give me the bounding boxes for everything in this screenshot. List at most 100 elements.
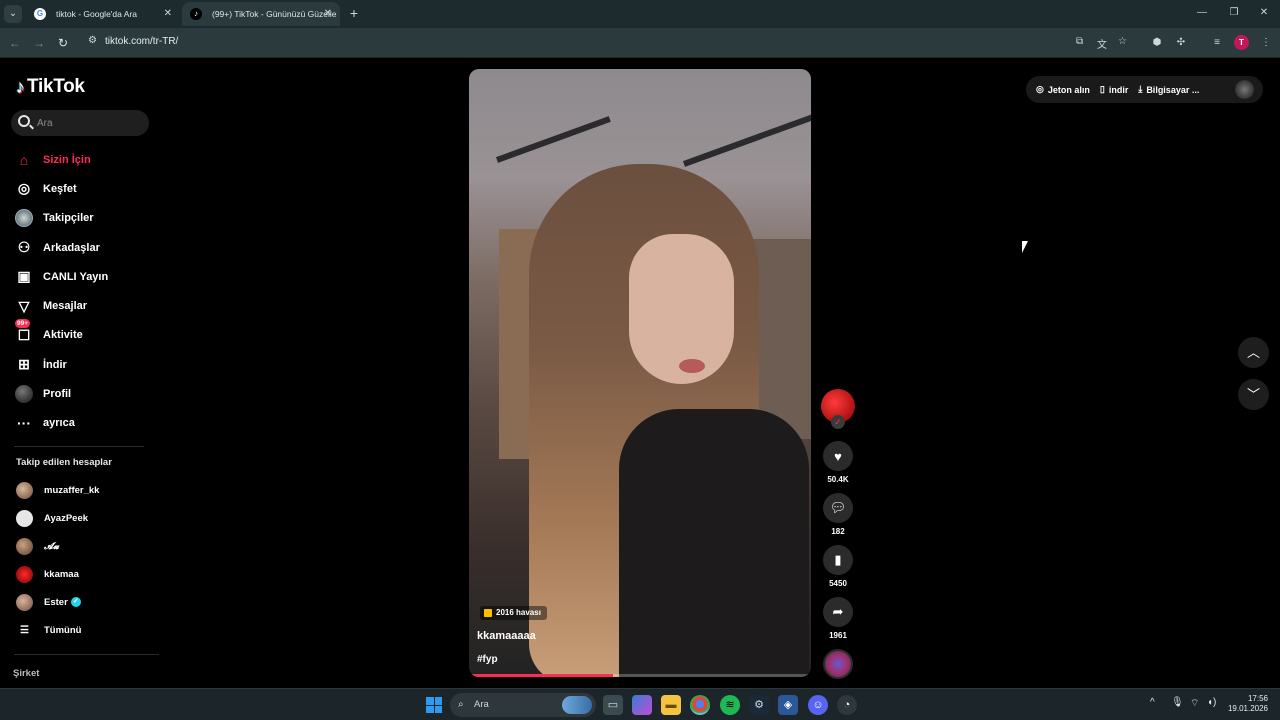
comment-button[interactable]: 💬︎: [823, 493, 853, 523]
browser-menu-icon[interactable]: ⋮: [1258, 35, 1274, 51]
translate-icon[interactable]: 文: [1097, 36, 1107, 51]
microphone-icon[interactable]: 🎙︎: [1171, 697, 1184, 708]
url-text[interactable]: tiktok.com/tr-TR/: [105, 36, 178, 47]
site-info-icon[interactable]: ⚙: [88, 35, 97, 46]
header-actions: ◎ Jeton alın ▯ indir ⤓ Bilgisayar ...: [1026, 76, 1263, 103]
sidebar-item-more[interactable]: ··· ayrıca: [14, 409, 154, 438]
sidebar-item-friends[interactable]: ⚇ Arkadaşlar: [14, 233, 154, 262]
account-name: muzaffer_kk: [44, 484, 100, 496]
get-coins-button[interactable]: ◎ Jeton alın: [1036, 84, 1090, 95]
address-bar[interactable]: ⚙ tiktok.com/tr-TR/ ⧉ 文 ☆: [80, 32, 1140, 54]
music-disc[interactable]: [823, 649, 853, 679]
taskbar-search[interactable]: ⌕ Ara: [450, 693, 596, 717]
sidebar-item-download[interactable]: ⊞ İndir: [14, 350, 154, 379]
mouse-cursor: [1022, 241, 1028, 253]
following-account[interactable]: 𝓐𝓾: [16, 532, 156, 560]
following-account[interactable]: AyazPeek: [16, 504, 156, 532]
profile-avatar: [14, 384, 34, 404]
tab-title: tiktok - Google'da Ara: [56, 9, 137, 19]
media-controls-icon[interactable]: ≡: [1209, 35, 1225, 51]
browser-toolbar: ← → ↻ ⚙ tiktok.com/tr-TR/ ⧉ 文 ☆ ⬢ ✣ ≡ T …: [0, 28, 1280, 58]
save-count: 5450: [829, 579, 847, 588]
browser-tab-tiktok[interactable]: ♪ (99+) TikTok - Gününüzü Güzelle ✕: [182, 2, 340, 26]
previous-video-button[interactable]: ︿: [1238, 337, 1269, 368]
forward-button[interactable]: →: [30, 34, 48, 52]
sidebar-item-live[interactable]: ▣ CANLI Yayın: [14, 262, 154, 291]
following-account[interactable]: muzaffer_kk: [16, 476, 156, 504]
extensions-puzzle-icon[interactable]: ✣: [1173, 35, 1189, 51]
volume-icon[interactable]: ◖): [1207, 697, 1216, 708]
next-video-button[interactable]: ﹀: [1238, 379, 1269, 410]
video-progress-bar[interactable]: [469, 674, 811, 677]
sidebar-item-profile[interactable]: Profil: [14, 379, 154, 408]
sidebar-item-following[interactable]: Takipçiler: [14, 204, 154, 233]
like-button[interactable]: ♥: [823, 441, 853, 471]
comment-icon: 💬︎: [829, 500, 847, 515]
search-icon: ⌕: [458, 699, 464, 710]
video-hashtag[interactable]: #fyp: [477, 654, 498, 665]
company-section-title[interactable]: Şirket: [13, 668, 39, 679]
sidebar-item-activity[interactable]: ☐ 99+ Aktivite: [14, 319, 154, 350]
spotify-icon[interactable]: ≋: [720, 695, 740, 715]
reload-button[interactable]: ↻: [54, 34, 72, 52]
search-box[interactable]: [11, 110, 149, 136]
following-account[interactable]: kkamaa: [16, 560, 156, 588]
restore-button[interactable]: ❐: [1224, 4, 1244, 22]
tiktok-logo[interactable]: ♪ TikTok: [16, 76, 85, 98]
tab-title: (99+) TikTok - Gününüzü Güzelle: [212, 9, 337, 19]
video-effect-tag[interactable]: 2016 havası: [480, 606, 547, 620]
copilot-icon[interactable]: [632, 695, 652, 715]
creator-avatar[interactable]: ✓: [821, 389, 855, 429]
install-app-icon[interactable]: ⧉: [1076, 36, 1083, 47]
save-button[interactable]: ▮: [823, 545, 853, 575]
see-all-button[interactable]: ☰ Tümünü: [16, 616, 156, 644]
app-icon[interactable]: ◔: [837, 695, 857, 715]
system-clock[interactable]: 17:56 19.01.2026: [1224, 694, 1268, 714]
video-player[interactable]: 2016 havası kkamaaaaa #fyp: [469, 69, 811, 677]
tray-overflow-icon[interactable]: ^: [1150, 697, 1155, 708]
desktop-app-button[interactable]: ⤓ Bilgisayar ...: [1138, 84, 1199, 95]
share-button[interactable]: ➦: [823, 597, 853, 627]
browser-tab-google[interactable]: G tiktok - Google'da Ara ✕: [26, 2, 180, 26]
list-icon: ☰: [20, 624, 29, 636]
profile-avatar[interactable]: T: [1234, 35, 1249, 50]
video-tag-label: 2016 havası: [496, 608, 541, 617]
task-view-icon[interactable]: ▭: [603, 695, 623, 715]
follow-check-icon[interactable]: ✓: [831, 415, 845, 429]
share-count: 1961: [829, 631, 847, 640]
close-tab-icon[interactable]: ✕: [164, 2, 172, 26]
app-icon[interactable]: ◈: [778, 695, 798, 715]
sidebar-item-label: CANLI Yayın: [43, 270, 109, 283]
back-button[interactable]: ←: [6, 34, 24, 52]
video-author[interactable]: kkamaaaaa: [477, 630, 536, 642]
video-frame-detail: [619, 409, 809, 677]
bookmark-star-icon[interactable]: ☆: [1118, 36, 1127, 47]
close-tab-icon[interactable]: ✕: [324, 2, 332, 26]
close-window-button[interactable]: ✕: [1254, 4, 1274, 22]
network-icon[interactable]: ⌔: [1190, 697, 1199, 710]
start-button[interactable]: [426, 697, 442, 713]
extension-shield-icon[interactable]: ⬢: [1149, 35, 1165, 51]
sidebar-item-messages[interactable]: ▽ Mesajlar: [14, 291, 154, 320]
discord-icon[interactable]: ☺: [808, 695, 828, 715]
clock-date: 19.01.2026: [1227, 704, 1268, 713]
comment-count: 182: [831, 527, 845, 536]
new-tab-button[interactable]: +: [346, 4, 362, 22]
get-app-button[interactable]: ▯ indir: [1100, 84, 1128, 95]
file-explorer-icon[interactable]: ▬: [661, 695, 681, 715]
steam-icon[interactable]: ⚙: [749, 695, 769, 715]
sidebar-item-explore[interactable]: ◎ Keşfet: [14, 174, 154, 203]
video-frame-detail: [679, 359, 705, 373]
minimize-button[interactable]: —: [1192, 4, 1212, 22]
video-frame-detail: [495, 116, 611, 163]
user-avatar[interactable]: [1235, 80, 1254, 99]
sidebar-item-label: İndir: [43, 358, 67, 371]
video-progress-fill: [469, 674, 613, 677]
tab-search-button[interactable]: ⌄: [4, 5, 22, 23]
sidebar-item-for-you[interactable]: ⌂ Sizin İçin: [14, 145, 154, 174]
chrome-icon[interactable]: [690, 695, 710, 715]
get-app-label: indir: [1108, 84, 1129, 95]
search-input[interactable]: [37, 114, 137, 132]
video-frame-detail: [682, 113, 811, 167]
following-account[interactable]: Ester ✓: [16, 588, 156, 616]
